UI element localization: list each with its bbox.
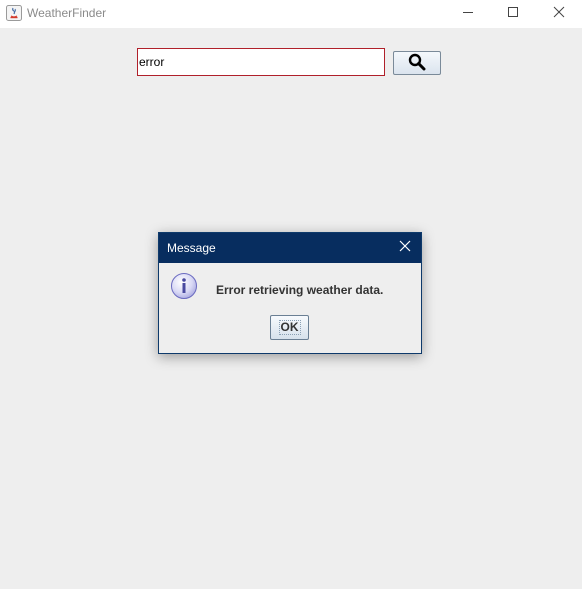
app-window: WeatherFinder Message (0, 0, 582, 589)
window-title: WeatherFinder (27, 6, 107, 20)
dialog-titlebar[interactable]: Message (159, 233, 421, 263)
dialog-message: Error retrieving weather data. (216, 283, 384, 297)
close-icon (399, 239, 411, 257)
search-icon (408, 53, 426, 74)
ok-button[interactable]: OK (270, 315, 309, 340)
search-input[interactable] (137, 48, 385, 76)
maximize-button[interactable] (490, 0, 536, 28)
dialog-close-button[interactable] (395, 238, 415, 258)
ok-button-label: OK (278, 320, 301, 335)
maximize-icon (507, 5, 519, 23)
window-close-button[interactable] (536, 0, 582, 28)
info-icon (170, 272, 198, 300)
window-titlebar[interactable]: WeatherFinder (0, 0, 582, 28)
close-icon (553, 5, 565, 23)
search-button[interactable] (393, 51, 441, 75)
java-app-icon (6, 5, 22, 21)
message-dialog: Message Error retrieving weather data. O… (158, 232, 422, 354)
minimize-button[interactable] (445, 0, 491, 28)
dialog-title: Message (167, 241, 216, 255)
minimize-icon (462, 5, 474, 23)
